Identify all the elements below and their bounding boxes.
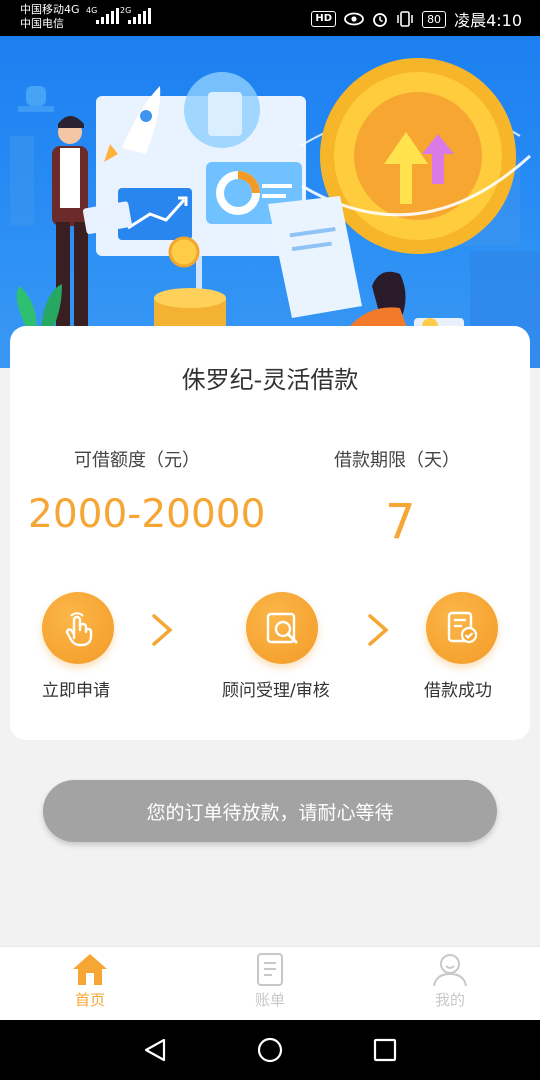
home-button-icon[interactable] xyxy=(255,1036,285,1064)
nav-bill[interactable]: 账单 xyxy=(210,947,330,1021)
signal-icon xyxy=(128,8,151,24)
term-label: 借款期限（天） xyxy=(334,450,460,471)
apply-step-label: 立即申请 xyxy=(42,681,110,701)
alarm-icon xyxy=(373,13,387,27)
order-status-button[interactable]: 您的订单待放款，请耐心等待 xyxy=(43,780,497,842)
battery-icon: 80 xyxy=(422,10,447,28)
nav-profile[interactable]: 我的 xyxy=(390,947,510,1021)
review-search-icon xyxy=(266,612,298,644)
order-status-text: 您的订单待放款，请耐心等待 xyxy=(146,801,394,824)
status-indicators: HD 80 凌晨4:10 xyxy=(311,7,522,31)
banner-illustration xyxy=(10,58,540,368)
success-step-icon xyxy=(426,592,498,664)
bill-icon xyxy=(257,953,283,986)
review-step-icon xyxy=(246,592,318,664)
review-step-label: 顾问受理/审核 xyxy=(222,681,330,701)
promo-banner xyxy=(0,36,540,368)
signal-icon xyxy=(96,8,119,24)
bottom-nav: 首页 账单 我的 xyxy=(0,946,540,1020)
chevron-right-icon xyxy=(152,614,173,646)
profile-icon xyxy=(433,954,467,987)
term-value: 7 xyxy=(385,494,416,550)
hd-badge: HD xyxy=(311,11,337,27)
tap-hand-icon xyxy=(65,612,93,647)
amount-value: 2000-20000 xyxy=(28,492,266,537)
loan-info-card: 侏罗纪-灵活借款 可借额度（元） 2000-20000 借款期限（天） 7 立即… xyxy=(10,326,530,740)
amount-label: 可借额度（元） xyxy=(74,450,200,471)
approved-document-icon xyxy=(447,611,478,644)
apply-step-icon xyxy=(42,592,114,664)
success-step-label: 借款成功 xyxy=(424,681,492,701)
system-nav-bar xyxy=(0,1020,540,1080)
back-icon[interactable] xyxy=(140,1036,170,1064)
vibrate-icon xyxy=(397,11,413,27)
product-title: 侏罗纪-灵活借款 xyxy=(181,366,359,394)
home-icon xyxy=(73,954,107,985)
eye-icon xyxy=(344,12,364,26)
status-bar: 中国移动4G 中国电信 4G 2G HD 80 凌晨4:10 xyxy=(0,0,540,36)
carrier-secondary: 中国电信 xyxy=(20,17,64,30)
recents-icon[interactable] xyxy=(370,1036,400,1064)
carrier-info: 中国移动4G 中国电信 xyxy=(20,3,80,31)
carrier-primary: 中国移动4G xyxy=(20,3,80,16)
nav-bill-label: 账单 xyxy=(254,991,285,1009)
clock: 凌晨4:10 xyxy=(454,11,522,30)
nav-home[interactable]: 首页 xyxy=(30,947,150,1021)
chevron-right-icon xyxy=(368,614,389,646)
nav-home-label: 首页 xyxy=(74,991,105,1009)
nav-profile-label: 我的 xyxy=(434,991,465,1009)
